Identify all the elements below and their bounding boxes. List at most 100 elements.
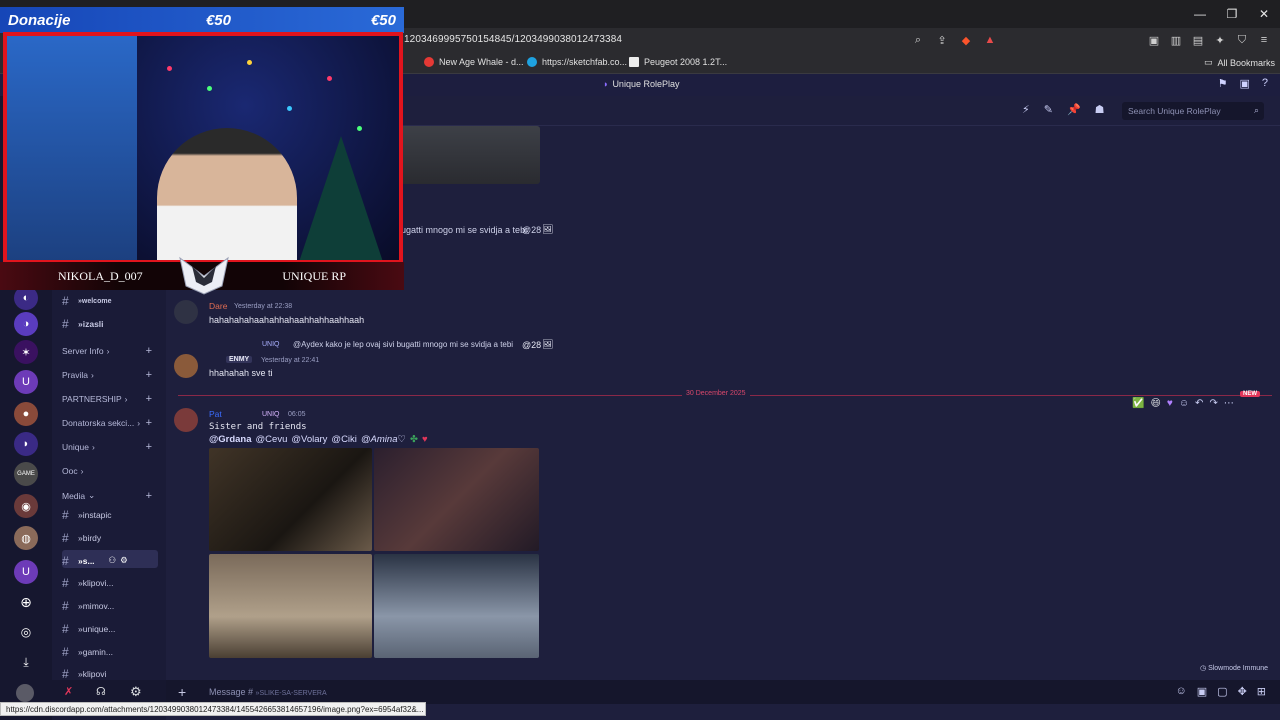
server-icon[interactable]: ◍: [14, 526, 38, 550]
bookmark-item[interactable]: Peugeot 2008 1.2T...: [629, 57, 727, 67]
mention[interactable]: @Volary: [291, 434, 327, 445]
server-icon[interactable]: ◗: [14, 432, 38, 456]
search-input[interactable]: Search Unique RolePlay ⌕: [1122, 102, 1264, 120]
attachment-image[interactable]: [374, 554, 539, 658]
settings-icon[interactable]: ⚙: [130, 684, 142, 700]
help-icon[interactable]: ?: [1262, 77, 1268, 90]
channel-item[interactable]: # »instapic: [62, 508, 158, 522]
server-icon[interactable]: U: [14, 560, 38, 584]
add-reaction-icon[interactable]: ☺: [1179, 398, 1189, 409]
avatar[interactable]: [174, 354, 198, 378]
channel-item[interactable]: # »klipovi...: [62, 576, 158, 590]
server-icon[interactable]: ◉: [14, 494, 38, 518]
channel-item[interactable]: # »mimov...: [62, 599, 158, 613]
zoom-icon[interactable]: ⌕: [910, 32, 926, 48]
username[interactable]: Dare: [209, 301, 227, 311]
server-icon[interactable]: ◑: [14, 312, 38, 336]
inbox-icon[interactable]: ▣: [1239, 77, 1249, 90]
mention[interactable]: @Grdana: [209, 434, 252, 445]
members-icon[interactable]: ☗: [1095, 103, 1105, 116]
restore-icon[interactable]: ❐: [1216, 0, 1248, 28]
add-channel-icon[interactable]: +: [146, 490, 152, 502]
message-image[interactable]: [400, 126, 540, 184]
channel-item[interactable]: # »birdy: [62, 531, 158, 545]
add-channel-icon[interactable]: +: [146, 393, 152, 405]
check-reaction-icon[interactable]: ✅: [1132, 398, 1144, 409]
category-unique[interactable]: Unique › +: [62, 441, 160, 453]
server-icon[interactable]: ✶: [14, 340, 38, 364]
headphones-icon[interactable]: ☊: [96, 685, 106, 698]
reply-text[interactable]: @Aydex kako je lep ovaj sivi bugatti mno…: [293, 340, 513, 349]
all-bookmarks[interactable]: ▭ All Bookmarks: [1204, 57, 1275, 68]
attachment-image[interactable]: [374, 448, 539, 551]
grid-icon[interactable]: ⊞: [1257, 685, 1266, 698]
channel-item[interactable]: # »klipovi: [62, 667, 158, 681]
avatar[interactable]: [174, 408, 198, 432]
channel-item[interactable]: # »izasli: [62, 317, 158, 331]
menu-icon[interactable]: ≡: [1256, 32, 1272, 48]
sticker-icon[interactable]: ▢: [1217, 685, 1227, 698]
emoji-icon[interactable]: ☺: [1176, 685, 1187, 698]
category-pravila[interactable]: Pravila › +: [62, 369, 160, 381]
server-icon[interactable]: U: [14, 370, 38, 394]
add-server-icon[interactable]: ⊕: [14, 590, 38, 614]
composer-placeholder[interactable]: Message # »SLIKE-SA-SERVERA: [209, 687, 327, 697]
channel-item[interactable]: # »gamin...: [62, 645, 158, 659]
add-channel-icon[interactable]: +: [146, 369, 152, 381]
category-media[interactable]: Media ⌄ +: [62, 490, 160, 502]
avatar[interactable]: [16, 684, 34, 702]
light-icon: [327, 76, 332, 81]
chevron-right-icon: ›: [124, 394, 128, 404]
attachment-image[interactable]: [209, 448, 372, 551]
emoji-reaction-icon[interactable]: 😄: [1150, 398, 1160, 409]
avatar[interactable]: [174, 300, 198, 324]
bookmark-item[interactable]: New Age Whale - d...: [424, 57, 524, 67]
threads-icon[interactable]: ⚡: [1022, 103, 1030, 116]
rewards-icon[interactable]: ▲: [982, 32, 998, 48]
category-partnership[interactable]: PARTNERSHIP › +: [62, 393, 160, 405]
vpn-icon[interactable]: ▣: [1146, 32, 1162, 48]
gif-icon[interactable]: ▣: [1197, 685, 1207, 698]
close-icon[interactable]: ✕: [1248, 0, 1280, 28]
notifications-muted-icon[interactable]: ✎: [1044, 103, 1053, 116]
leo-icon[interactable]: ✦: [1212, 32, 1228, 48]
reply-icon[interactable]: ↶: [1195, 398, 1203, 409]
minimize-icon[interactable]: —: [1184, 0, 1216, 28]
username[interactable]: Pat: [209, 409, 222, 419]
message-composer[interactable]: + Message # »SLIKE-SA-SERVERA ☺ ▣ ▢ ✥ ⊞: [166, 680, 1280, 704]
mute-mic-icon[interactable]: ✗: [64, 685, 73, 698]
share-icon[interactable]: ⇪: [934, 32, 950, 48]
mention[interactable]: @Amina♡: [361, 434, 406, 445]
add-channel-icon[interactable]: +: [146, 441, 152, 453]
category-donatorska[interactable]: Donatorska sekci... › +: [62, 417, 160, 429]
sidebar-icon[interactable]: ▥: [1168, 32, 1184, 48]
attachment-image[interactable]: [209, 554, 372, 658]
heart-reaction-icon[interactable]: ♥: [1167, 398, 1173, 409]
category-ooc[interactable]: Ooc ›: [62, 466, 160, 476]
category-server-info[interactable]: Server Info › +: [62, 345, 160, 357]
discover-icon[interactable]: ◎: [14, 620, 38, 644]
brave-shield-icon[interactable]: ◆: [958, 32, 974, 48]
shield-icon[interactable]: ⛉: [1234, 32, 1250, 48]
server-icon[interactable]: GAME: [14, 462, 38, 486]
flag-icon[interactable]: ⚑: [1218, 77, 1228, 90]
forward-icon[interactable]: ↷: [1209, 398, 1217, 409]
add-channel-icon[interactable]: +: [146, 417, 152, 429]
mention[interactable]: @Cevu: [256, 434, 288, 445]
mention[interactable]: @Ciki: [331, 434, 356, 445]
bookmark-item[interactable]: https://sketchfab.co...: [527, 57, 627, 67]
add-attachment-icon[interactable]: +: [178, 684, 186, 700]
download-icon[interactable]: ⤓: [14, 650, 38, 674]
gear-icon[interactable]: ⚙: [120, 555, 128, 566]
more-icon[interactable]: ⋯: [1224, 398, 1234, 409]
channel-item[interactable]: # »unique...: [62, 622, 158, 636]
server-icon[interactable]: ●: [14, 402, 38, 426]
pin-icon[interactable]: 📌: [1067, 103, 1081, 116]
add-member-icon[interactable]: ⚇: [109, 555, 117, 566]
apps-icon[interactable]: ✥: [1238, 685, 1247, 698]
category-label: Server Info: [62, 346, 104, 356]
add-channel-icon[interactable]: +: [146, 345, 152, 357]
url-text[interactable]: 1203469995750154845/1203499038012473384: [404, 34, 622, 45]
wallet-icon[interactable]: ▤: [1190, 32, 1206, 48]
channel-item-active[interactable]: # »s... ⚇ ⚙: [62, 550, 158, 568]
